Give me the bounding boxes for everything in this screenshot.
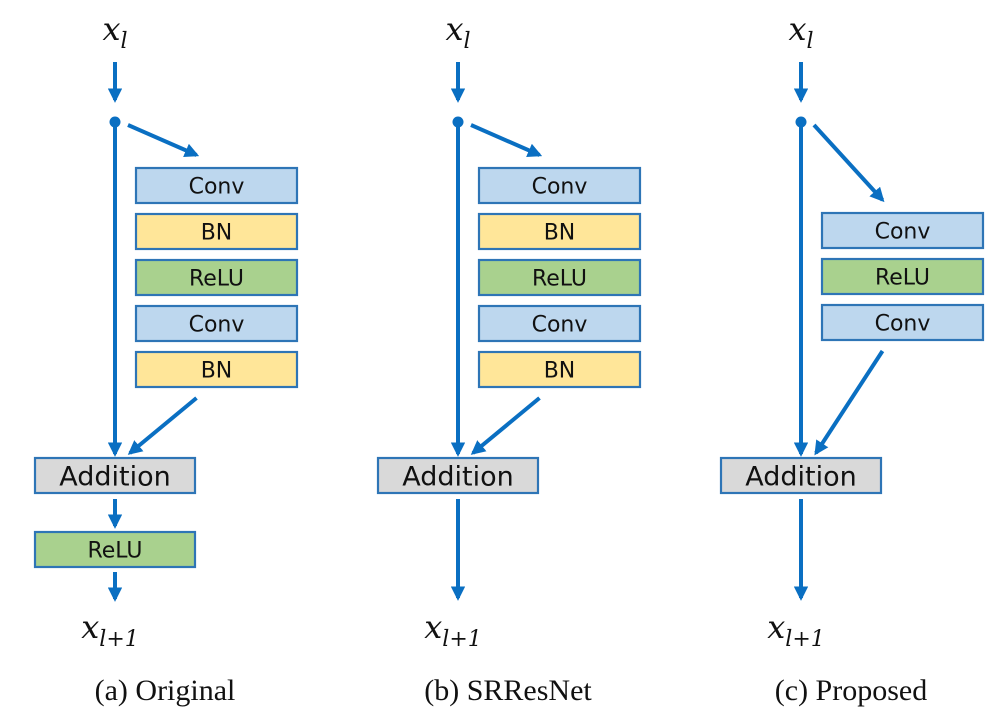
block-conv: Conv	[820, 211, 985, 250]
input-label-x-l: xl	[102, 10, 127, 54]
output-label-x-l-plus-1: xl+1	[81, 608, 139, 652]
panel-a: xlConvBNReLUConvBNAdditionReLUxl+1(a) Or…	[33, 10, 299, 707]
addition-node: Addition	[33, 456, 197, 495]
block-bn-label: BN	[201, 221, 233, 246]
branch-out-arrow	[470, 396, 541, 455]
block-conv: Conv	[134, 304, 299, 343]
output-label-x-l-plus-1-base: x	[767, 608, 785, 646]
input-label-x-l: xl	[445, 10, 470, 54]
block-bn: BN	[477, 350, 642, 389]
panel-c: xlConvReLUConvAdditionxl+1(c) Proposed	[719, 10, 985, 707]
input-label-x-l-base: x	[445, 10, 463, 48]
block-conv-label: Conv	[532, 313, 588, 338]
output-label-x-l-plus-1: xl+1	[767, 608, 825, 652]
block-bn-label: BN	[544, 221, 576, 246]
output-label-x-l-plus-1-base: x	[424, 608, 442, 646]
input-label-x-l-subscript: l	[464, 29, 471, 54]
block-bn: BN	[134, 350, 299, 389]
input-label-x-l-subscript: l	[121, 29, 128, 54]
block-conv-label: Conv	[875, 312, 931, 337]
caption-c: (c) Proposed	[775, 674, 927, 707]
block-conv: Conv	[820, 303, 985, 342]
input-label-x-l-subscript: l	[807, 29, 814, 54]
addition-node-label: Addition	[59, 462, 171, 493]
block-bn: BN	[134, 212, 299, 251]
block-conv: Conv	[477, 304, 642, 343]
branch-out-arrow	[127, 396, 198, 455]
block-relu: ReLU	[820, 257, 985, 296]
branch-in-arrow	[812, 123, 885, 203]
input-label-x-l-base: x	[788, 10, 806, 48]
block-bn-label: BN	[544, 359, 576, 384]
post-block-relu-label: ReLU	[87, 539, 142, 564]
residual-block-comparison-diagram: xlConvBNReLUConvBNAdditionReLUxl+1(a) Or…	[33, 10, 985, 707]
block-conv-label: Conv	[532, 175, 588, 200]
addition-node: Addition	[376, 456, 540, 495]
output-label-x-l-plus-1-base: x	[81, 608, 99, 646]
block-conv: Conv	[134, 166, 299, 205]
block-relu-label: ReLU	[875, 266, 930, 291]
branch-in-arrow	[127, 123, 200, 157]
block-relu: ReLU	[134, 258, 299, 297]
addition-node: Addition	[719, 456, 883, 495]
block-conv-label: Conv	[189, 313, 245, 338]
output-label-x-l-plus-1-subscript: l+1	[442, 627, 481, 652]
caption-a: (a) Original	[95, 674, 236, 707]
branch-out-arrow	[814, 349, 885, 456]
addition-node-label: Addition	[745, 462, 857, 493]
output-label-x-l-plus-1-subscript: l+1	[785, 627, 824, 652]
block-relu-label: ReLU	[532, 267, 587, 292]
output-label-x-l-plus-1-subscript: l+1	[99, 627, 138, 652]
panel-b: xlConvBNReLUConvBNAdditionxl+1(b) SRResN…	[376, 10, 642, 707]
input-label-x-l: xl	[788, 10, 813, 54]
block-bn: BN	[477, 212, 642, 251]
block-relu-label: ReLU	[189, 267, 244, 292]
output-label-x-l-plus-1: xl+1	[424, 608, 482, 652]
addition-node-label: Addition	[402, 462, 514, 493]
caption-b: (b) SRResNet	[424, 674, 592, 707]
block-conv: Conv	[477, 166, 642, 205]
block-bn-label: BN	[201, 359, 233, 384]
block-conv-label: Conv	[189, 175, 245, 200]
post-block-relu: ReLU	[33, 530, 197, 569]
block-conv-label: Conv	[875, 220, 931, 245]
branch-in-arrow	[470, 123, 543, 157]
block-relu: ReLU	[477, 258, 642, 297]
input-label-x-l-base: x	[102, 10, 120, 48]
